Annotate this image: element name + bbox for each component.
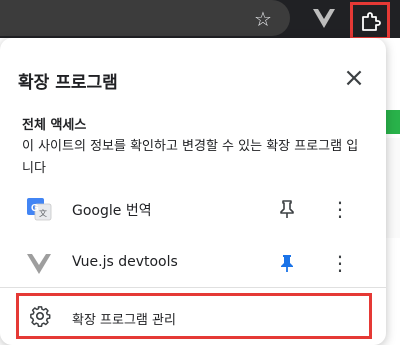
more-options-icon[interactable]: ⋮	[330, 250, 350, 276]
divider	[0, 287, 386, 288]
pinned-icon[interactable]	[276, 252, 298, 274]
popup-title: 확장 프로그램	[18, 73, 118, 93]
manage-extensions-button[interactable]: 확장 프로그램 관리	[16, 293, 372, 339]
section-title: 전체 액세스	[22, 118, 87, 133]
manage-extensions-label: 확장 프로그램 관리	[72, 313, 176, 328]
extension-name: Vue.js devtools	[72, 254, 178, 270]
vue-icon[interactable]	[313, 9, 335, 29]
star-icon[interactable]: ☆	[251, 7, 275, 31]
close-icon[interactable]: ×	[341, 65, 367, 91]
browser-toolbar: ☆	[0, 0, 400, 40]
section-description: 이 사이트의 정보를 확인하고 변경할 수 있는 확장 프로그램 입니다	[22, 139, 359, 176]
page-green-element	[386, 110, 400, 134]
extensions-button[interactable]	[350, 2, 390, 40]
vue-icon	[27, 254, 51, 274]
puzzle-icon	[362, 12, 381, 31]
more-options-icon[interactable]: ⋮	[330, 196, 350, 222]
pin-icon[interactable]	[276, 198, 298, 220]
page-side-panel	[384, 138, 400, 238]
svg-text:G: G	[31, 203, 39, 214]
gear-icon	[30, 306, 51, 327]
extension-row-vue-devtools[interactable]: Vue.js devtools ⋮	[0, 242, 386, 286]
extension-row-google-translate[interactable]: G 文 Google 번역 ⋮	[0, 188, 386, 232]
address-bar[interactable]	[0, 0, 290, 36]
extensions-popup: 확장 프로그램 × 전체 액세스 이 사이트의 정보를 확인하고 변경할 수 있…	[0, 38, 386, 345]
svg-text:文: 文	[39, 208, 47, 218]
google-translate-icon: G 文	[27, 198, 52, 221]
extension-name: Google 번역	[72, 203, 152, 219]
